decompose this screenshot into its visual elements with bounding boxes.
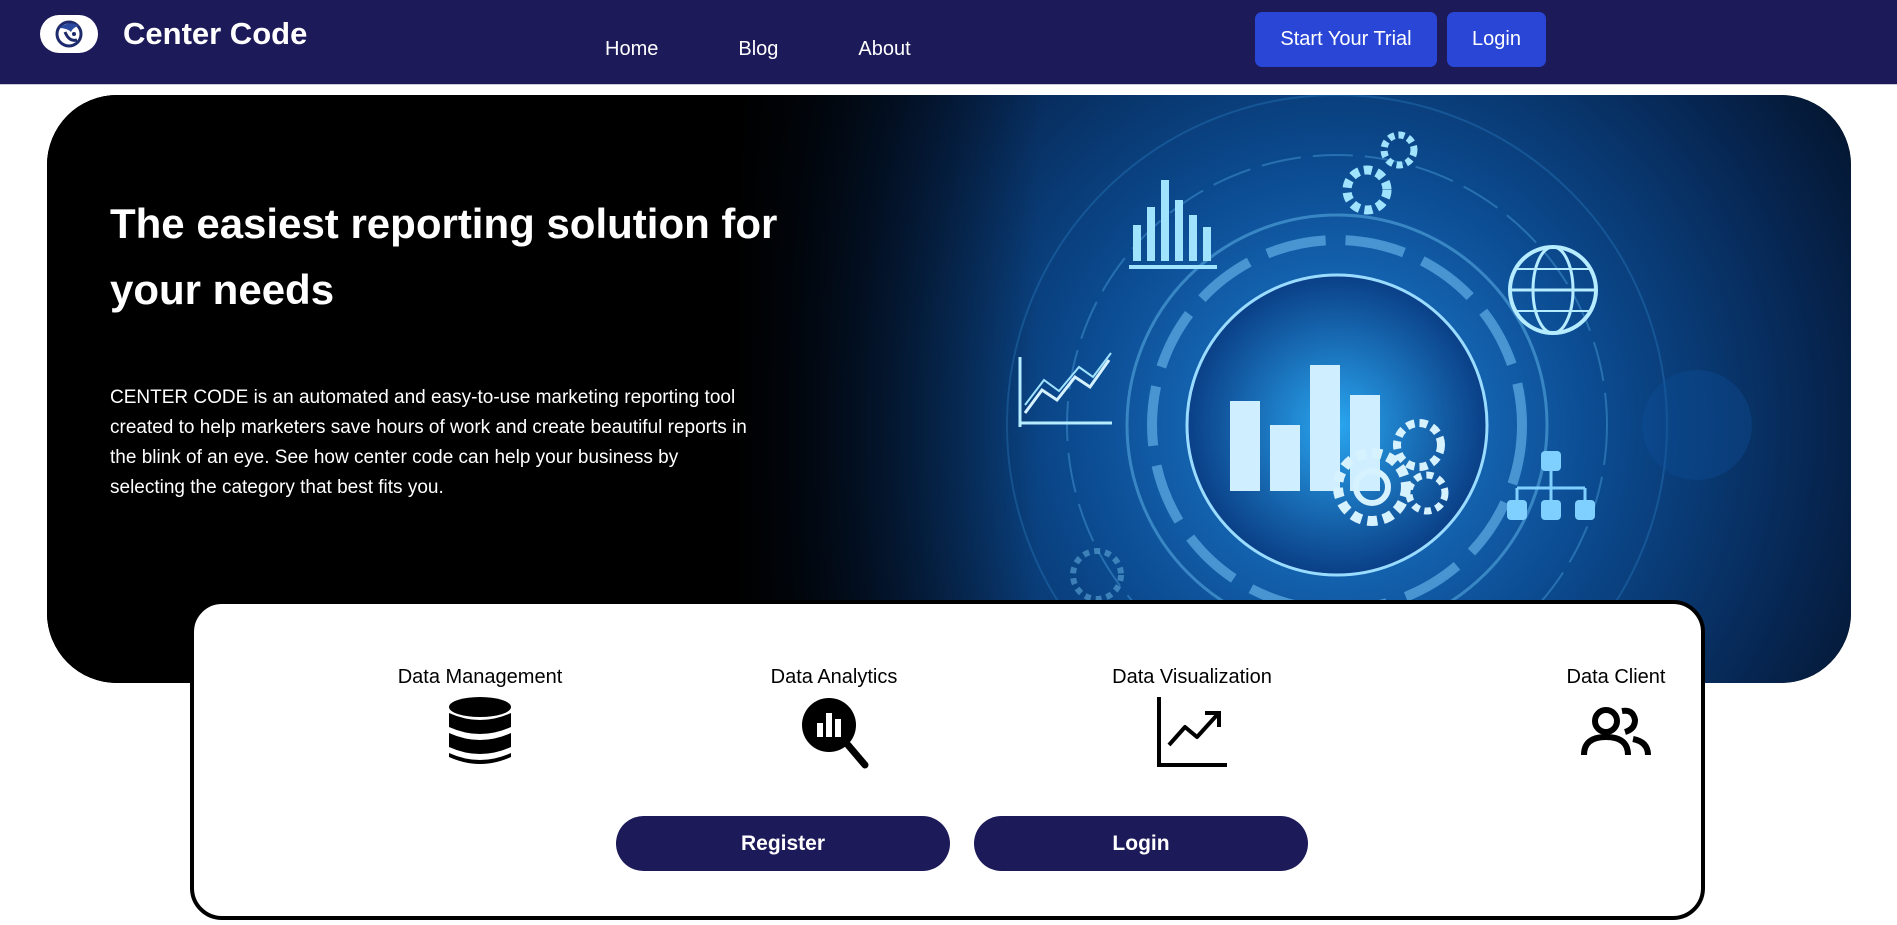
start-trial-button[interactable]: Start Your Trial — [1255, 12, 1437, 67]
hero-banner: The easiest reporting solution for your … — [47, 95, 1851, 683]
category-data-analytics[interactable]: Data Analytics — [704, 666, 964, 769]
category-label: Data Visualization — [1112, 666, 1272, 688]
category-label: Data Analytics — [770, 666, 898, 688]
category-card: Data Management Data Analytics Data Visu… — [190, 600, 1705, 920]
brand-name: Center Code — [123, 16, 308, 51]
category-data-client[interactable]: Data Client — [1486, 666, 1746, 769]
nav-home-link[interactable]: Home — [605, 38, 658, 61]
page: Center Code Home Blog About Start Your T… — [0, 0, 1897, 925]
category-data-management[interactable]: Data Management — [350, 666, 610, 769]
category-label: Data Management — [397, 666, 563, 688]
database-icon — [449, 697, 511, 764]
nav-blog-link[interactable]: Blog — [738, 38, 778, 61]
trend-chart-icon — [1157, 697, 1227, 767]
main-nav: Home Blog About — [605, 38, 911, 61]
dolphin-logo-icon — [40, 15, 98, 53]
hero-title: The easiest reporting solution for your … — [110, 200, 778, 313]
users-icon — [1581, 707, 1651, 756]
category-label: Data Client — [1566, 666, 1666, 688]
top-navbar: Center Code Home Blog About Start Your T… — [0, 0, 1897, 85]
brand[interactable]: Center Code — [40, 15, 307, 53]
hero-description: CENTER CODE is an automated and easy-to-… — [110, 387, 747, 498]
header-login-button[interactable]: Login — [1447, 12, 1546, 67]
card-login-button[interactable]: Login — [974, 816, 1308, 871]
analytics-search-icon — [802, 698, 869, 769]
nav-actions: Start Your Trial Login — [1255, 12, 1546, 67]
register-button[interactable]: Register — [616, 816, 950, 871]
nav-about-link[interactable]: About — [858, 38, 910, 61]
category-data-visualization[interactable]: Data Visualization — [1062, 666, 1322, 769]
